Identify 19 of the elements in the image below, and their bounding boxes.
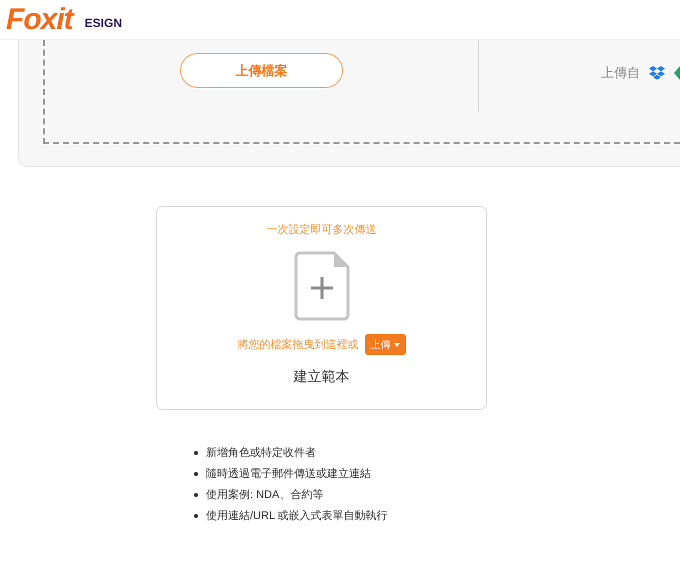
feature-item: 使用案例: NDA、合約等 [206,488,324,502]
upload-file-button[interactable]: 上傳檔案 [180,53,343,88]
tagline: 一次設定即可多次傳送 [266,222,376,237]
upload-from-label: 上傳自 [601,64,640,82]
feature-item: 隨時透過電子郵件傳送或建立連結 [206,466,371,481]
caret-icon [394,342,400,346]
drop-hint: 將您的檔案拖曳到這裡或 [238,338,358,352]
bullet-icon [194,492,198,496]
bullet-icon [194,450,198,454]
feature-item: 新增角色或特定收件者 [206,446,316,460]
add-document-icon [294,251,350,321]
dropbox-icon[interactable] [649,66,665,80]
upload-dropdown-button[interactable]: 上傳 [364,334,406,355]
bullet-icon [194,472,198,476]
logo-wordmark: Foxit [6,2,73,36]
bullet-icon [194,514,198,518]
feature-item: 使用連結/URL 或嵌入式表單自動執行 [206,509,388,523]
product-name: ESIGN [84,16,122,30]
card-title: 建立範本 [294,368,350,386]
